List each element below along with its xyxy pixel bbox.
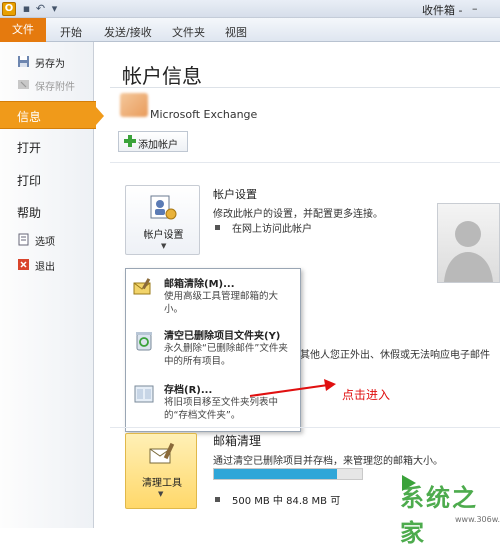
- mailbox-cleanup-title: 邮箱清理: [213, 434, 262, 448]
- exit-icon: [18, 259, 29, 270]
- tab-home[interactable]: 开始: [60, 24, 82, 40]
- customize-quick-access-icon[interactable]: ▾: [48, 2, 61, 15]
- chevron-down-icon: ▼: [161, 242, 167, 250]
- save-attachments-icon: [18, 80, 29, 89]
- mailbox-cleanup-icon: [133, 278, 151, 295]
- nav-info-label: 信息: [17, 110, 42, 124]
- nav-save-attachments-label: 保存附件: [35, 82, 75, 93]
- nav-options[interactable]: 选项: [0, 230, 94, 250]
- cleanup-tools-icon: [149, 442, 175, 464]
- bullet-icon: [215, 225, 220, 230]
- account-avatar-icon: [120, 93, 148, 117]
- divider: [110, 427, 500, 428]
- options-icon: [18, 233, 29, 246]
- outlook-app-icon[interactable]: O: [2, 2, 16, 16]
- access-account-online-link[interactable]: 在网上访问此帐户: [232, 220, 312, 235]
- bullet-icon: [215, 497, 220, 502]
- menu-item-title: 邮箱清除(M)...: [164, 279, 235, 290]
- nav-print[interactable]: 打印: [17, 172, 41, 189]
- tab-send-receive[interactable]: 发送/接收: [104, 24, 152, 40]
- cleanup-tools-button-label: 清理工具: [142, 478, 182, 489]
- mailbox-quota-bar: [213, 468, 363, 480]
- divider: [110, 87, 500, 88]
- chevron-down-icon: ▼: [158, 490, 164, 498]
- mailbox-quota-fill: [214, 469, 337, 479]
- add-account-button[interactable]: 添加帐户: [118, 131, 188, 152]
- divider: [110, 162, 500, 163]
- menu-item-desc: 使用高级工具管理邮箱的大小。: [164, 291, 279, 315]
- profile-photo[interactable]: [437, 203, 500, 283]
- page-title: 帐户信息: [122, 64, 202, 88]
- plus-icon: [124, 135, 136, 147]
- nav-info[interactable]: 信息: [0, 101, 104, 129]
- add-account-label: 添加帐户: [138, 140, 178, 151]
- minimize-icon[interactable]: –: [472, 2, 478, 15]
- nav-exit-label: 退出: [35, 262, 55, 273]
- tab-view[interactable]: 视图: [225, 24, 247, 40]
- recycle-bin-icon: [136, 332, 152, 351]
- save-as-icon: [18, 56, 29, 67]
- account-settings-desc: 修改此帐户的设置，并配置更多连接。: [213, 209, 383, 220]
- archive-icon: [134, 385, 154, 403]
- watermark-url: www.306w.com: [455, 515, 500, 524]
- annotation-text: 点击进入: [342, 388, 391, 402]
- window-title: 收件箱 -: [422, 4, 463, 17]
- menu-item-title: 存档(R)...: [164, 385, 213, 396]
- account-settings-button-label: 帐户设置: [143, 230, 184, 241]
- menu-item-desc: 永久删除“已删除邮件”文件夹中的所有项目。: [164, 343, 288, 367]
- watermark-text: 系统之家: [400, 484, 478, 547]
- person-silhouette-icon: [444, 221, 493, 282]
- save-icon[interactable]: ▪: [20, 2, 33, 15]
- nav-options-label: 选项: [35, 237, 55, 248]
- nav-save-attachments[interactable]: 保存附件: [0, 75, 94, 95]
- account-settings-button[interactable]: 帐户设置 ▼: [125, 185, 200, 255]
- tab-folder[interactable]: 文件夹: [172, 24, 205, 40]
- cleanup-tools-menu: 邮箱清除(M)... 使用高级工具管理邮箱的大小。 清空已删除项目文件夹(Y) …: [125, 268, 301, 432]
- nav-save-as[interactable]: 另存为: [0, 52, 94, 72]
- menu-item-mailbox-cleanup[interactable]: 邮箱清除(M)... 使用高级工具管理邮箱的大小。: [126, 275, 302, 319]
- menu-item-title: 清空已删除项目文件夹(Y): [164, 331, 281, 342]
- account-settings-title: 帐户设置: [213, 188, 257, 201]
- nav-exit[interactable]: 退出: [0, 255, 94, 275]
- auto-reply-desc: 其他人您正外出、休假或无法响应电子邮件: [300, 350, 490, 361]
- account-type: Microsoft Exchange: [150, 108, 258, 121]
- annotation-arrow-icon: [249, 379, 336, 397]
- cleanup-tools-button[interactable]: 清理工具 ▼: [125, 433, 197, 509]
- nav-save-as-label: 另存为: [35, 59, 65, 70]
- selected-arrow-icon: [96, 107, 104, 125]
- nav-help[interactable]: 帮助: [17, 204, 41, 221]
- tab-file[interactable]: 文件: [0, 18, 46, 42]
- menu-item-empty-deleted[interactable]: 清空已删除项目文件夹(Y) 永久删除“已删除邮件”文件夹中的所有项目。: [126, 327, 302, 375]
- nav-open[interactable]: 打开: [17, 139, 41, 156]
- account-settings-icon: [150, 195, 177, 220]
- mailbox-quota-text: 500 MB 中 84.8 MB 可: [232, 496, 341, 507]
- undo-icon[interactable]: ↶: [34, 2, 47, 15]
